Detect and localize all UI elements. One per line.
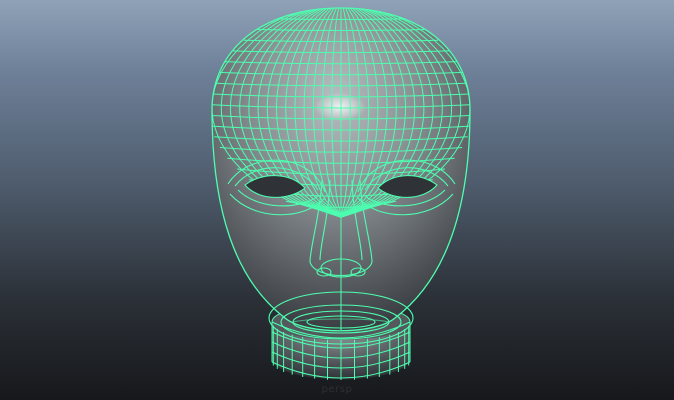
wireframe-grid: [212, 8, 470, 330]
camera-label: persp: [321, 384, 353, 395]
3d-viewport[interactable]: persp: [0, 0, 674, 400]
head-mesh-model[interactable]: [0, 0, 674, 400]
